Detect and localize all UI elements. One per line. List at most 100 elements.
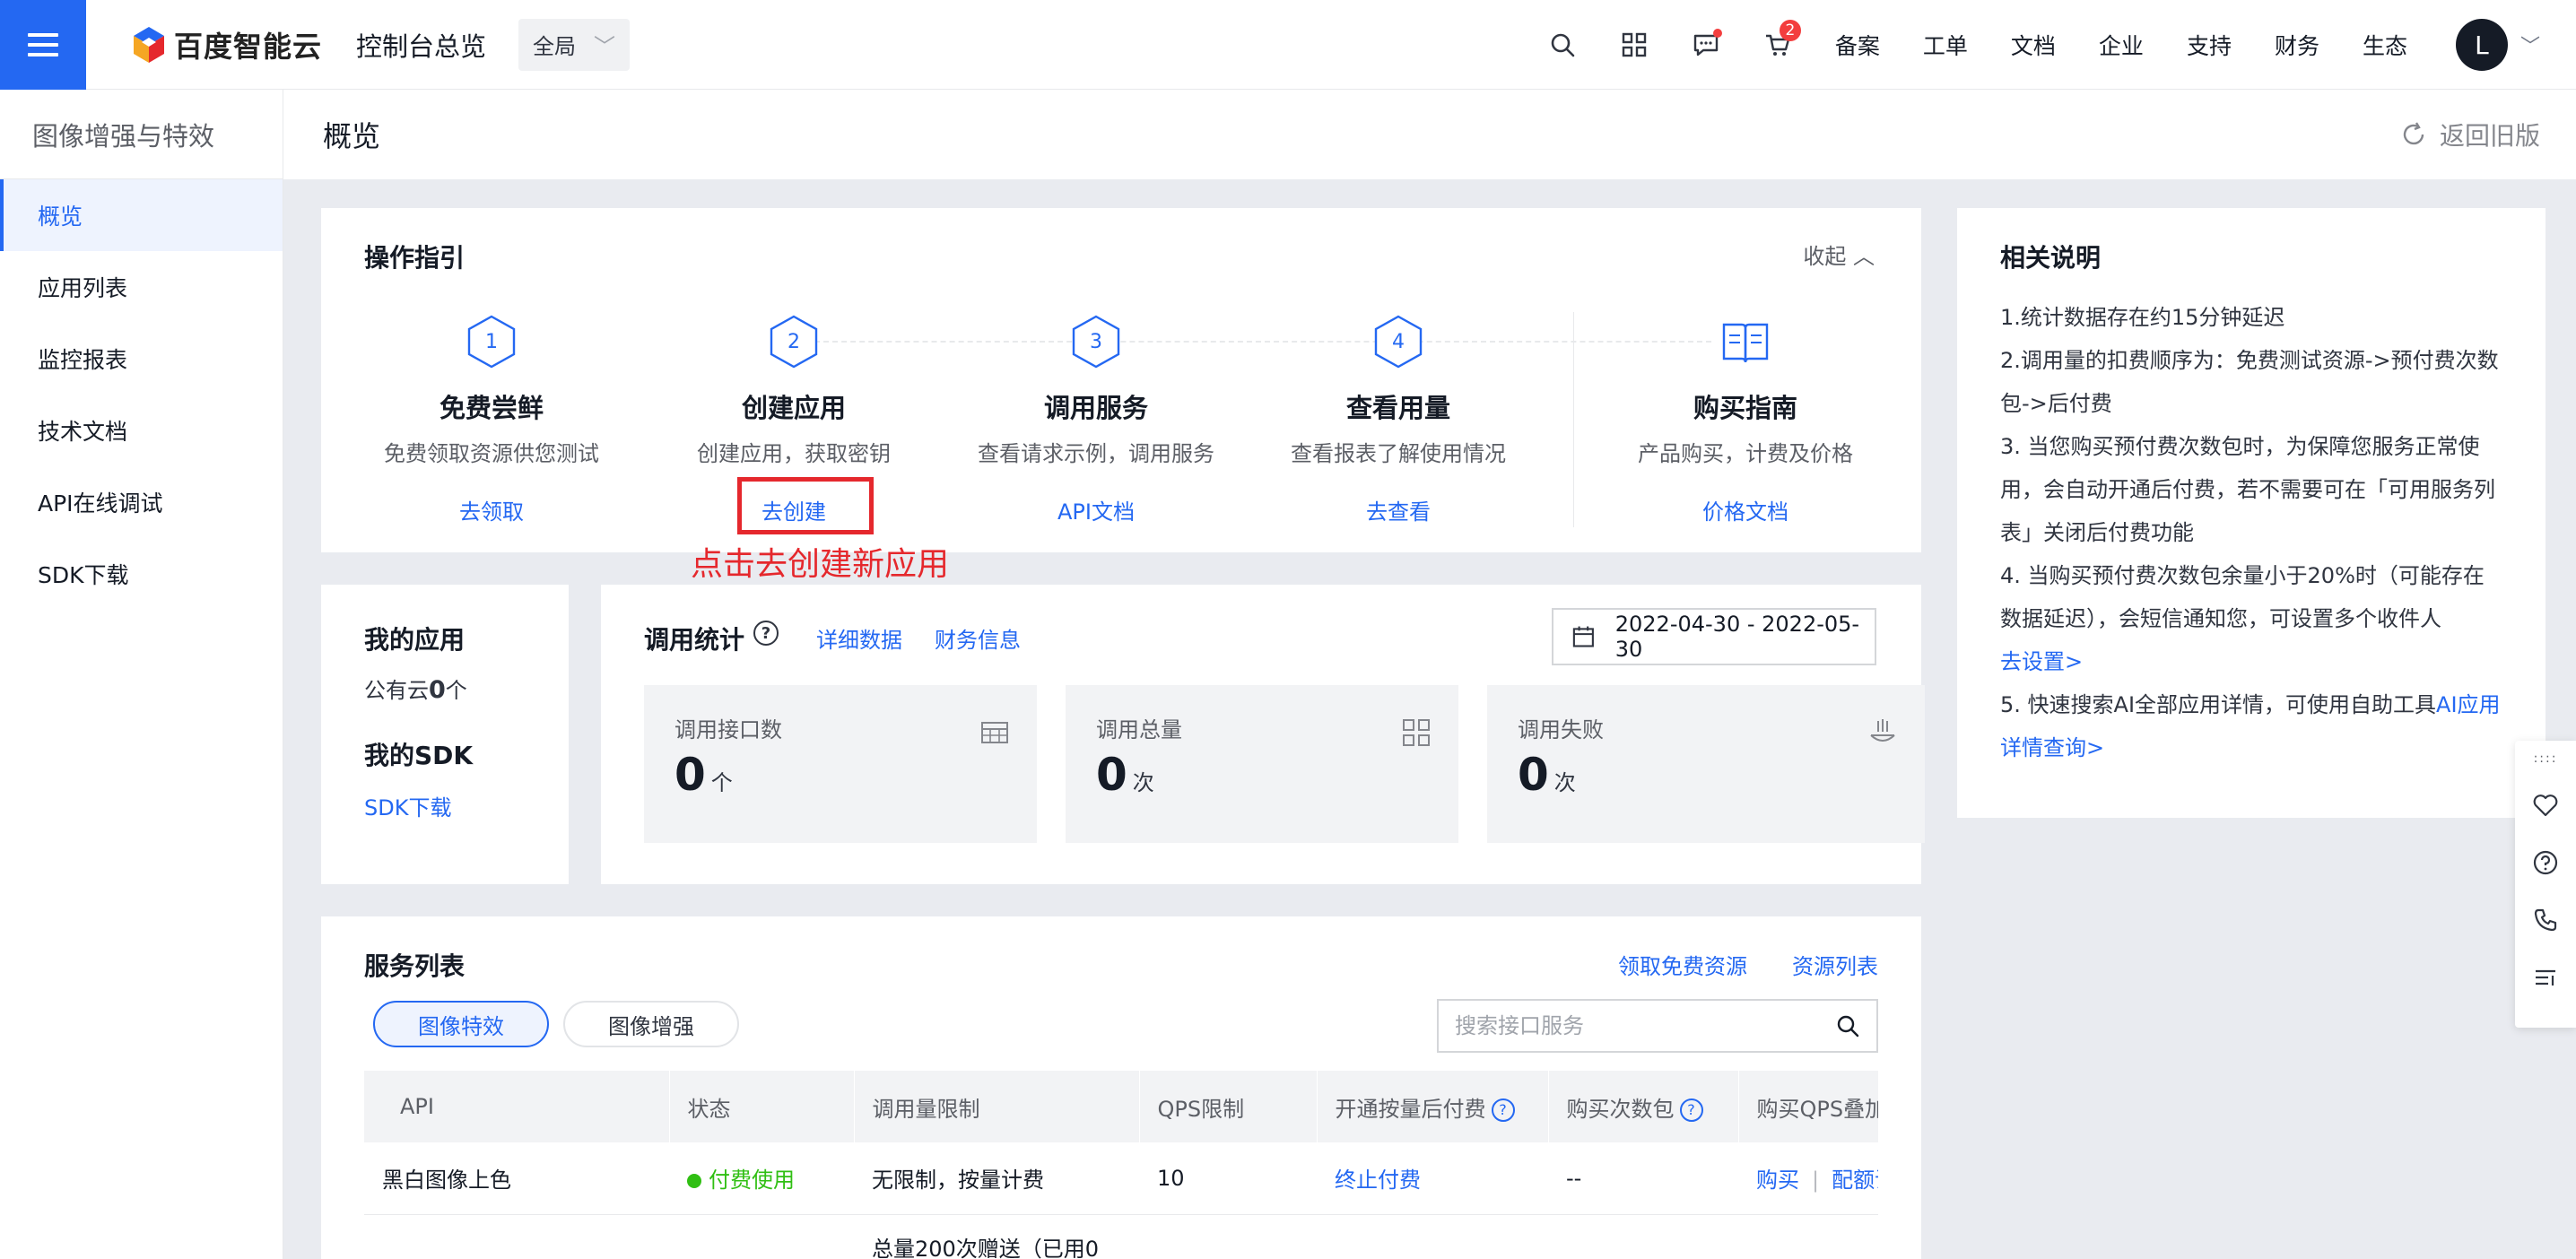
detail-data-link[interactable]: 详细数据 [816,622,902,654]
help-icon[interactable]: ? [753,621,779,646]
finance-info-link[interactable]: 财务信息 [935,622,1021,654]
my-sdk-title: 我的SDK [364,741,474,770]
step-name: 创建应用 [741,393,846,423]
stop-payment-link[interactable]: 终止付费 [1317,1142,1548,1215]
drag-handle-icon[interactable]: :::: [2515,741,2576,777]
my-apps-title: 我的应用 [364,625,466,655]
step-desc: 创建应用，获取密钥 [697,441,891,466]
tab-image-enhance[interactable]: 图像增强 [563,1001,739,1047]
nav-link-support[interactable]: 支持 [2165,29,2253,61]
nav-link-ecosystem[interactable]: 生态 [2341,29,2429,61]
claim-free-link[interactable]: 去领取 [459,494,524,525]
nav-link-docs[interactable]: 文档 [1989,29,2077,61]
avatar[interactable]: L [2455,19,2508,71]
list-icon [2536,969,2555,985]
logo[interactable]: 百度智能云 [131,24,322,65]
sidebar-item-sdk-download[interactable]: SDK下载 [0,538,283,610]
nav-link-ticket[interactable]: 工单 [1902,29,1989,61]
step-number: 3 [1090,331,1102,353]
collapse-button[interactable]: 收起 ︿ [1803,239,1875,270]
nav-link-enterprise[interactable]: 企业 [2077,29,2165,61]
help-icon[interactable]: ? [1491,1098,1515,1122]
help-icon[interactable]: ? [1679,1098,1703,1122]
step-number: 4 [1392,331,1405,353]
col-qps-limit: QPS限制 [1139,1071,1318,1142]
go-settings-link[interactable]: 去设置> [2000,649,2083,674]
sidebar-item-app-list[interactable]: 应用列表 [0,251,283,323]
list-button[interactable] [2515,949,2576,1006]
step-hexagon-icon: 2 [770,315,818,369]
help-button[interactable] [2515,834,2576,891]
step-number: 1 [485,331,498,353]
related-notes-card: 相关说明 1.统计数据存在约15分钟延迟 2.调用量的扣费顺序为：免费测试资源-… [1957,208,2546,818]
stat-unit: 次 [1553,770,1576,795]
feedback-button[interactable] [2515,777,2576,834]
date-range-value: 2022-04-30 - 2022-05-30 [1614,612,1860,662]
note-text: 4. 当购买预付费次数包余量小于20%时（可能存在数据延迟），会短信通知您，可设… [2000,563,2485,631]
guide-title: 操作指引 [364,243,466,273]
public-cloud-prefix: 公有云 [364,678,429,703]
cell-qps: 10 [1139,1142,1317,1215]
top-navbar: 百度智能云 控制台总览 全局 ﹀ 2 备案 工单 文档 企业 支持 财务 生态 … [0,0,2576,90]
search-icon [1551,33,1575,57]
resource-list-link[interactable]: 资源列表 [1792,949,1878,980]
quota-adjust-link[interactable]: 配额调整 [1832,1168,1878,1193]
nav-link-filing[interactable]: 备案 [1814,29,1902,61]
stat-unit: 个 [710,770,733,795]
region-select[interactable]: 全局 ﹀ [518,18,631,71]
refresh-icon [2403,122,2424,145]
cell-limit: 无限制，按量计费 [854,1142,1139,1215]
console-title[interactable]: 控制台总览 [356,26,486,64]
note-item: 1.统计数据存在约15分钟延迟 [2000,305,2285,330]
back-to-old-label: 返回旧版 [2439,121,2540,151]
service-search-input[interactable] [1455,1013,1835,1038]
menu-button[interactable] [0,0,86,90]
claim-free-resources-link[interactable]: 领取免费资源 [1618,949,1747,980]
cell-postpay [1317,1214,1548,1259]
buy-link[interactable]: 购买 [1756,1168,1799,1193]
api-docs-link[interactable]: API文档 [1057,494,1135,525]
cell-status: 付费使用 [669,1142,854,1215]
view-usage-link[interactable]: 去查看 [1366,494,1431,525]
stat-value-row: 0次 [1096,749,1428,801]
back-to-old-version-button[interactable]: 返回旧版 [2400,90,2540,179]
search-button[interactable] [1527,0,1598,90]
stat-label: 调用总量 [1096,717,1182,742]
pricing-docs-link[interactable]: 价格文档 [1702,494,1788,525]
nav-right: 2 备案 工单 文档 企业 支持 财务 生态 L ﹀ [1527,0,2576,90]
note-text: 5. 快速搜索AI全部应用详情，可使用自助工具 [2000,692,2437,717]
apps-grid-button[interactable] [1598,0,1670,90]
contact-button[interactable] [2515,891,2576,949]
stat-label: 调用接口数 [674,717,782,742]
sidebar-item-overview[interactable]: 概览 [0,179,283,251]
date-range-picker[interactable]: 2022-04-30 - 2022-05-30 [1552,608,1876,665]
note-item: 3. 当您购买预付费次数包时，为保障您服务正常使用，会自动开通后付费，若不需要可… [2000,434,2495,545]
floating-toolbar: :::: [2515,741,2576,1028]
sdk-download-link[interactable]: SDK下载 [364,790,451,821]
step-desc: 查看请求示例，调用服务 [978,441,1214,466]
stat-value: 0 [1096,749,1127,801]
cell-status [669,1214,854,1259]
nav-link-finance[interactable]: 财务 [2253,29,2341,61]
cart-button[interactable]: 2 [1742,0,1814,90]
search-icon[interactable] [1835,1013,1860,1038]
message-button[interactable] [1670,0,1742,90]
guide-step-1: 1 免费尝鲜 免费领取资源供您测试 去领取 [339,314,644,525]
stat-value-row: 0个 [674,749,1006,801]
step-desc: 产品购买，计费及价格 [1638,441,1853,466]
stat-box-interfaces: 调用接口数 0个 [644,685,1037,843]
note-item: 4. 当购买预付费次数包余量小于20%时（可能存在数据延迟），会短信通知您，可设… [2000,554,2502,683]
sidebar-item-monitor-report[interactable]: 监控报表 [0,323,283,395]
sidebar-item-tech-docs[interactable]: 技术文档 [0,395,283,466]
operation-guide-card: 操作指引 收起 ︿ 1 免费尝鲜 免费领取资源供您测试 去领取 2 创建应用 创… [321,208,1921,552]
cell-api [364,1214,669,1259]
stat-value: 0 [674,749,706,801]
sidebar-item-api-debug[interactable]: API在线调试 [0,466,283,538]
public-cloud-suffix: 个 [445,678,467,703]
chevron-down-icon[interactable]: ﹀ [2520,30,2540,59]
tab-image-effects[interactable]: 图像特效 [373,1001,549,1047]
call-stats-title: 调用统计 [644,625,745,655]
cell-actions: 购买 | 配额调整 [1738,1142,1878,1215]
col-api: API [364,1071,670,1142]
highlight-box [737,477,874,534]
